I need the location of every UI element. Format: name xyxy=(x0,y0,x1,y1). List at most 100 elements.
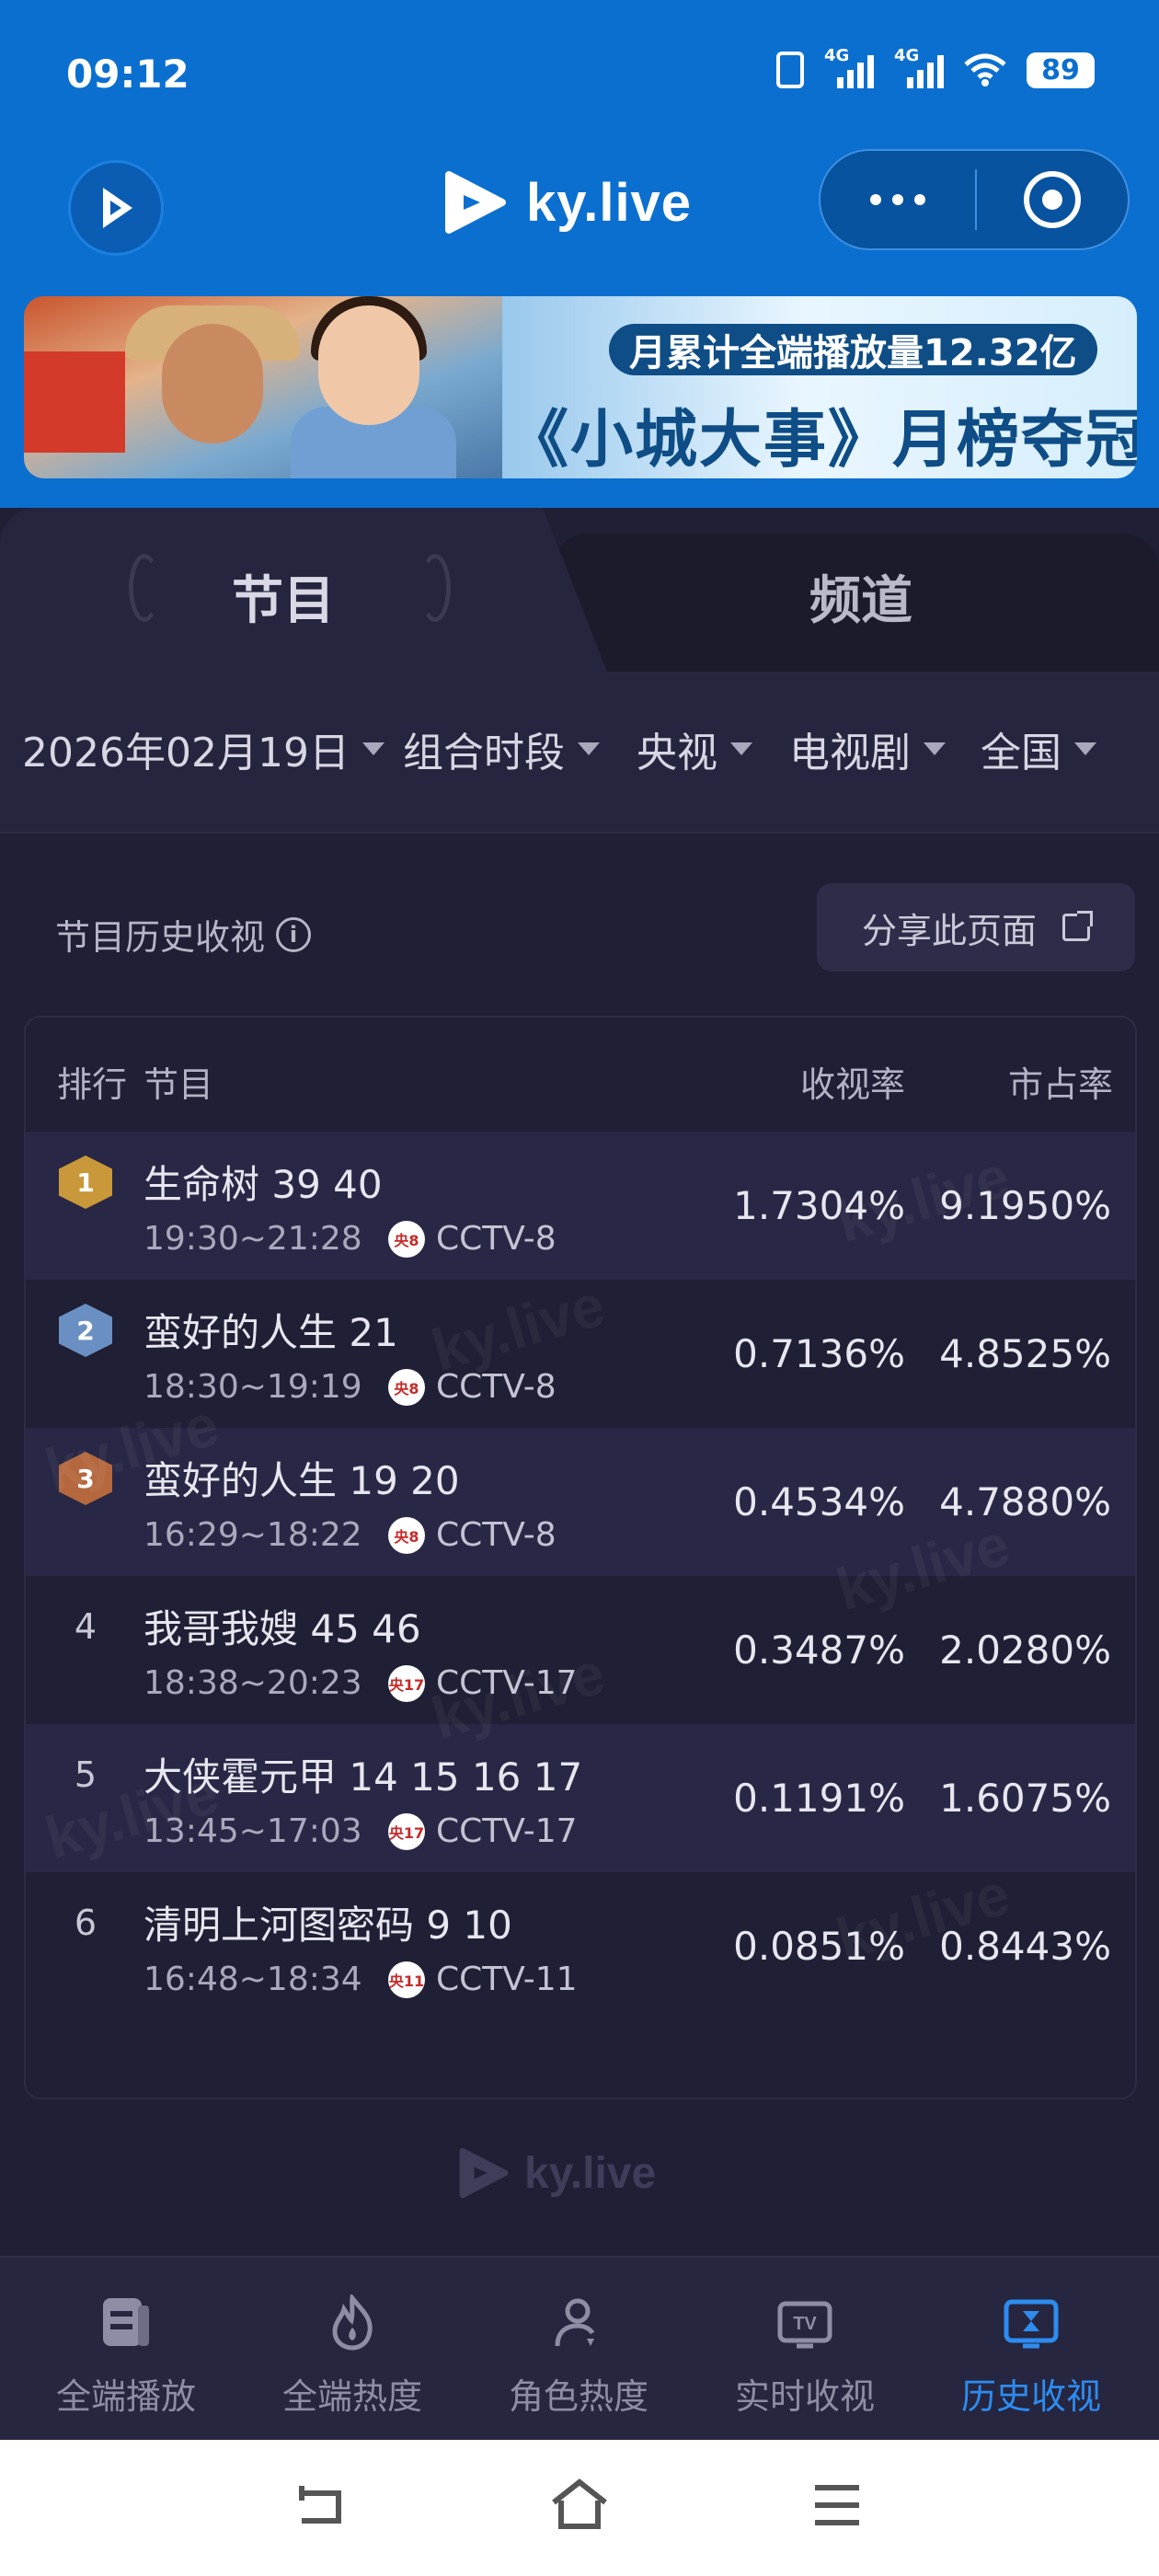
nav-history[interactable]: 历史收视 xyxy=(918,2258,1144,2442)
section-header: 节目历史收视 i 分享此页面 xyxy=(0,834,1159,1018)
section-title: 节目历史收视 i xyxy=(55,909,312,960)
info-icon[interactable]: i xyxy=(276,916,312,952)
app-logo-button[interactable] xyxy=(68,160,164,256)
channel-logo-icon: 央8 xyxy=(388,1220,425,1258)
rank-medal-icon: 1 xyxy=(59,1156,112,1209)
nav-realtime-label: 实时收视 xyxy=(734,2376,875,2417)
tab-program-label[interactable]: 节目 xyxy=(232,559,335,634)
channel-info: 央8 CCTV-8 xyxy=(388,1220,557,1258)
header-rating: 收视率 xyxy=(800,1064,906,1105)
section-title-text: 节目历史收视 xyxy=(55,917,266,958)
table-header: 排行 节目 收视率 市占率 xyxy=(26,1018,1135,1132)
rating-value: 0.4534% xyxy=(733,1479,905,1524)
channel-group-filter[interactable]: 央视 xyxy=(637,719,752,778)
program-name: 蛮好的人生 21 xyxy=(143,1310,398,1355)
filter-bar: 2026年02月19日 组合时段 央视 电视剧 全国 xyxy=(0,672,1159,834)
wifi-icon xyxy=(964,53,1006,86)
tab-strip: 节目 频道 xyxy=(0,508,1159,672)
nav-all-play[interactable]: 全端播放 xyxy=(13,2258,239,2442)
nav-realtime[interactable]: TV 实时收视 xyxy=(692,2258,918,2442)
caret-down-icon xyxy=(361,742,384,755)
channel-name: CCTV-17 xyxy=(436,1812,578,1850)
brand-name: ky.live xyxy=(526,172,693,233)
rank-medal-icon: 2 xyxy=(59,1304,112,1357)
program-name: 清明上河图密码 9 10 xyxy=(143,1903,512,1948)
caret-down-icon xyxy=(730,742,752,755)
svg-text:TV: TV xyxy=(793,2314,817,2334)
laurel-left-icon xyxy=(129,554,160,622)
share-value: 2.0280% xyxy=(939,1627,1111,1673)
genre-filter-label: 电视剧 xyxy=(789,730,911,776)
program-name: 生命树 39 40 xyxy=(143,1162,383,1207)
rank-number: 4 xyxy=(74,1606,98,1647)
region-filter[interactable]: 全国 xyxy=(981,719,1096,778)
flame-icon xyxy=(332,2294,373,2351)
share-page-label: 分享此页面 xyxy=(861,910,1037,951)
close-miniapp-button[interactable] xyxy=(977,171,1128,228)
channel-name: CCTV-8 xyxy=(436,1220,557,1258)
rating-value: 0.3487% xyxy=(733,1627,905,1673)
program-name: 我哥我嫂 45 46 xyxy=(143,1606,421,1651)
caret-down-icon xyxy=(924,742,946,755)
menu-icon[interactable] xyxy=(811,2482,863,2528)
header-rank: 排行 xyxy=(57,1064,128,1105)
status-bar: 09:12 4G 4G 89 xyxy=(0,0,1159,147)
banner-title: 《小城大事》月榜夺冠 xyxy=(506,404,1137,477)
document-icon xyxy=(103,2298,149,2346)
rating-value: 0.7136% xyxy=(733,1331,905,1376)
program-time: 16:29~18:22 xyxy=(143,1516,362,1554)
status-time: 09:12 xyxy=(66,52,189,97)
play-logo-icon xyxy=(103,188,132,228)
vibrate-icon xyxy=(776,52,804,88)
share-value: 4.7880% xyxy=(939,1479,1111,1524)
brand-logo: ky.live xyxy=(442,166,692,239)
program-time: 19:30~21:28 xyxy=(143,1220,362,1258)
channel-logo-icon: 央8 xyxy=(388,1368,425,1406)
signal-icon-2: 4G xyxy=(894,46,944,88)
signal-icon: 4G xyxy=(824,46,874,88)
nav-all-heat[interactable]: 全端热度 xyxy=(239,2258,465,2442)
ratings-table: 排行 节目 收视率 市占率 1 生命树 39 40 19:30~21:28 央8 CCT… xyxy=(24,1016,1137,2099)
target-icon xyxy=(1024,171,1081,228)
history-icon xyxy=(1004,2299,1059,2349)
share-page-button[interactable]: 分享此页面 xyxy=(817,883,1135,972)
region-filter-label: 全国 xyxy=(981,730,1061,776)
nav-all-heat-label: 全端热度 xyxy=(281,2376,422,2417)
channel-info: 央11 CCTV-11 xyxy=(388,1961,578,1998)
period-filter[interactable]: 组合时段 xyxy=(403,719,600,778)
date-filter-label: 2026年02月19日 xyxy=(22,730,350,776)
laurel-right-icon xyxy=(419,554,451,622)
channel-name: CCTV-8 xyxy=(436,1516,557,1554)
promo-banner[interactable]: 月累计全端播放量12.32亿 《小城大事》月榜夺冠 xyxy=(24,296,1137,478)
tab-channel-label[interactable]: 频道 xyxy=(809,559,912,634)
more-options-button[interactable] xyxy=(820,151,975,248)
channel-info: 央8 CCTV-8 xyxy=(388,1516,557,1554)
date-filter[interactable]: 2026年02月19日 xyxy=(22,719,384,778)
share-value: 1.6075% xyxy=(939,1776,1111,1821)
share-value: 4.8525% xyxy=(939,1331,1111,1376)
signal-label: 4G xyxy=(824,46,850,65)
status-icons: 4G 4G 89 xyxy=(776,46,1095,88)
header-program: 节目 xyxy=(143,1064,214,1105)
miniapp-capsule xyxy=(819,149,1130,250)
app-bar: ky.live xyxy=(0,147,1159,258)
nav-role-heat[interactable]: 角色热度 xyxy=(465,2258,692,2442)
system-nav-bar xyxy=(0,2440,1159,2576)
banner-image xyxy=(24,296,502,478)
back-icon[interactable] xyxy=(293,2480,348,2532)
nav-role-heat-label: 角色热度 xyxy=(508,2376,648,2417)
nav-history-label: 历史收视 xyxy=(960,2376,1101,2417)
battery-indicator: 89 xyxy=(1027,52,1095,88)
channel-logo-icon: 央11 xyxy=(388,1961,425,1998)
footer-brand-text: ky.live xyxy=(524,2148,657,2198)
footer-brand: ky.live xyxy=(456,2144,656,2202)
genre-filter[interactable]: 电视剧 xyxy=(789,719,946,778)
header-share: 市占率 xyxy=(1008,1064,1114,1105)
channel-logo-icon: 央17 xyxy=(388,1664,425,1702)
period-filter-label: 组合时段 xyxy=(403,730,565,776)
channel-group-filter-label: 央视 xyxy=(637,730,717,776)
home-icon[interactable] xyxy=(548,2477,611,2532)
caret-down-icon xyxy=(578,742,600,755)
program-time: 16:48~18:34 xyxy=(143,1961,362,1998)
rank-number: 6 xyxy=(74,1903,98,1943)
